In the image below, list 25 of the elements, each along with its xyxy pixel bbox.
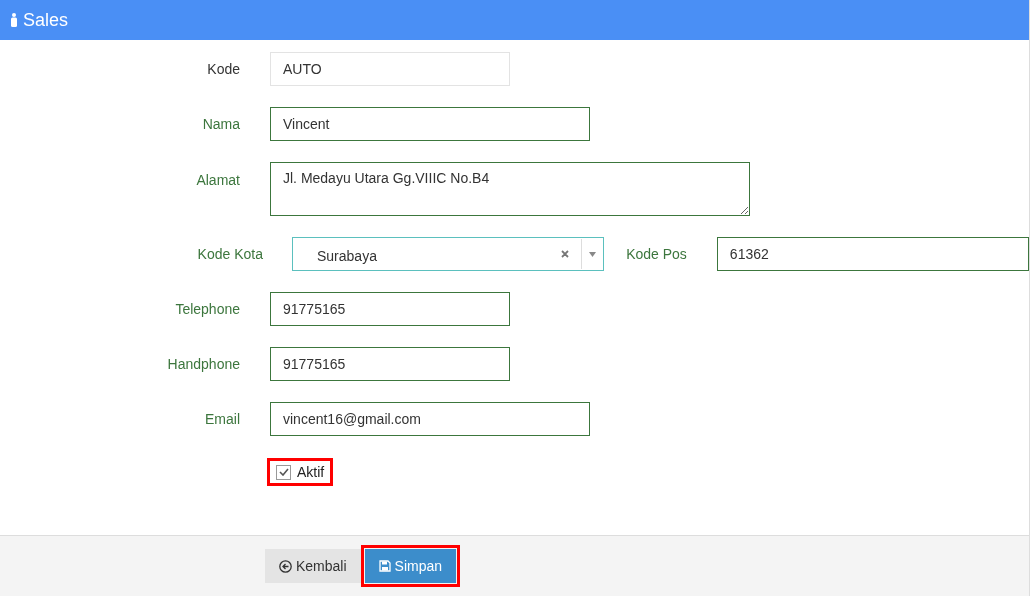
page-title: Sales <box>23 9 69 31</box>
check-icon <box>278 468 289 476</box>
field-label: Kode Kota <box>196 246 263 262</box>
input-field[interactable]: Jl. Medayu Utara Gg.VIIIC No.B4 <box>270 162 750 216</box>
field-label: Handphone <box>166 356 240 372</box>
field-label: Kode Pos <box>626 246 687 262</box>
field-label: Nama <box>201 116 240 132</box>
input-field[interactable]: vincent16@gmail.com <box>270 402 590 436</box>
field-label: Alamat <box>195 171 240 188</box>
aktif-checkbox[interactable]: Aktif <box>267 458 334 486</box>
field-label: Email <box>204 411 240 427</box>
input-field[interactable]: AUTO <box>270 52 510 86</box>
input-field[interactable]: Vincent <box>270 107 590 141</box>
input-field[interactable]: 91775165 <box>270 347 510 381</box>
caret-icon <box>589 251 597 257</box>
select-field[interactable]: Surabaya <box>292 237 605 271</box>
back-button[interactable]: Kembali <box>265 549 361 583</box>
input-field[interactable]: 61362 <box>716 237 1029 271</box>
person-icon <box>10 13 18 27</box>
back-arrow-icon <box>279 559 292 573</box>
save-icon <box>378 560 391 572</box>
clear-icon[interactable] <box>561 250 570 258</box>
input-field[interactable]: 91775165 <box>270 292 510 326</box>
field-label: Telephone <box>174 301 240 317</box>
field-label: Kode <box>206 61 240 77</box>
